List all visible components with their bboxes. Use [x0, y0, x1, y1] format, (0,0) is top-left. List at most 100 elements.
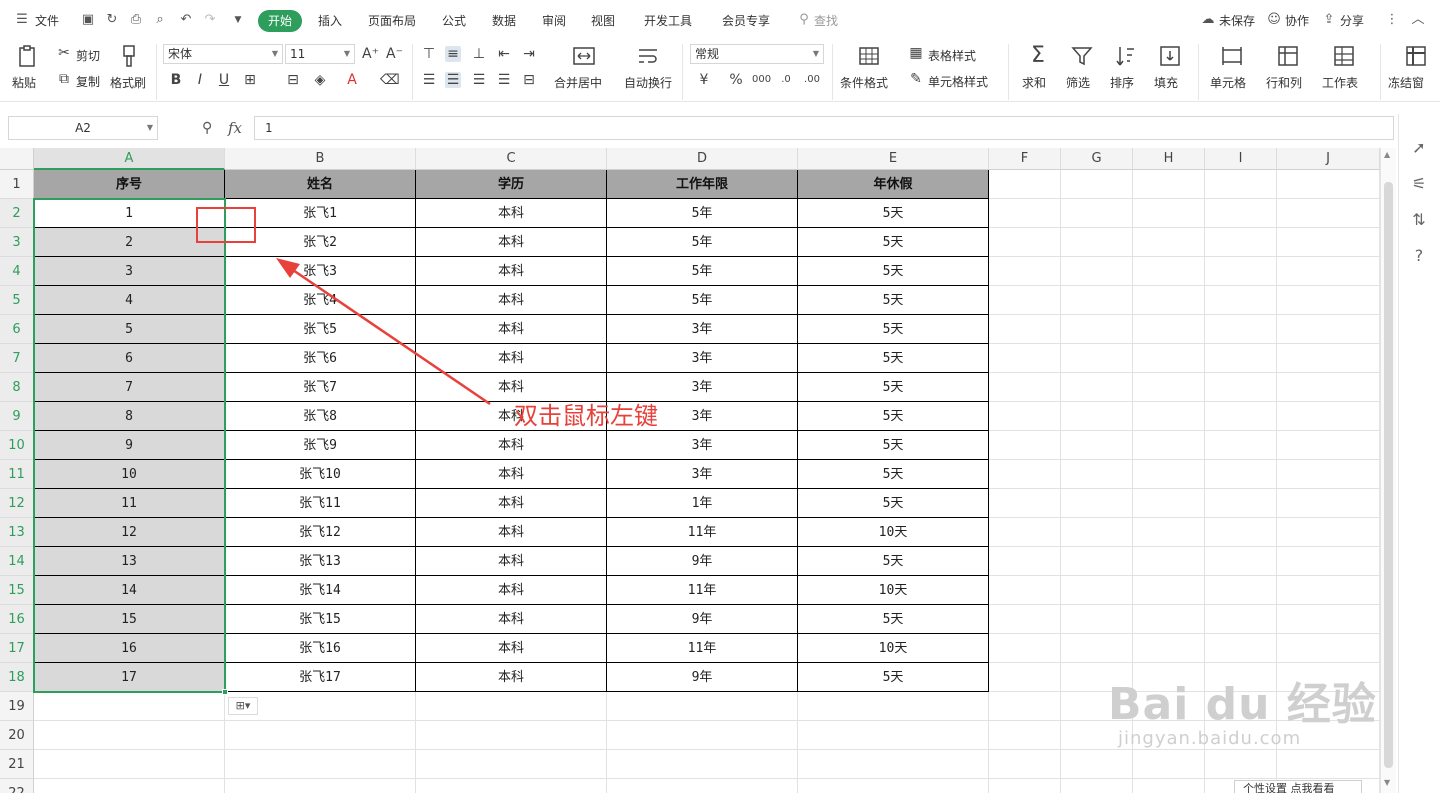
format-painter-button[interactable]: 格式刷 [110, 74, 146, 91]
share-button[interactable]: 分享 [1340, 12, 1364, 29]
table-cell[interactable]: 3年 [607, 315, 798, 344]
more-icon[interactable]: ⋮ [1384, 12, 1400, 28]
empty-cell[interactable] [1061, 576, 1133, 605]
italic-icon[interactable]: I [192, 72, 208, 88]
empty-cell[interactable] [1205, 315, 1277, 344]
empty-cell[interactable] [1205, 460, 1277, 489]
table-cell[interactable]: 张飞5 [225, 315, 416, 344]
unsaved-status[interactable]: 未保存 [1219, 12, 1255, 29]
table-cell[interactable]: 本科 [416, 344, 607, 373]
table-cell[interactable]: 11年 [607, 576, 798, 605]
table-cell[interactable]: 张飞7 [225, 373, 416, 402]
tab-formulas[interactable]: 公式 [442, 12, 466, 29]
row-header-17[interactable]: 17 [0, 634, 34, 663]
empty-cell[interactable] [989, 721, 1061, 750]
table-cell[interactable]: 张飞12 [225, 518, 416, 547]
table-cell[interactable]: 张飞8 [225, 402, 416, 431]
tab-member[interactable]: 会员专享 [722, 12, 770, 29]
empty-cell[interactable] [1133, 547, 1205, 576]
empty-cell[interactable] [1205, 228, 1277, 257]
empty-cell[interactable] [1061, 199, 1133, 228]
table-cell[interactable]: 本科 [416, 576, 607, 605]
worksheet-button[interactable]: 工作表 [1322, 74, 1358, 91]
empty-cell[interactable] [1133, 750, 1205, 779]
empty-cell[interactable] [607, 750, 798, 779]
empty-cell[interactable] [225, 721, 416, 750]
empty-cell[interactable] [1133, 373, 1205, 402]
empty-cell[interactable] [1133, 344, 1205, 373]
fx-icon[interactable]: fx [228, 119, 242, 137]
empty-cell[interactable] [1061, 315, 1133, 344]
decrease-indent-icon[interactable]: ⇤ [496, 46, 512, 62]
table-style-icon[interactable]: ▦ [908, 45, 924, 61]
merge-center-button[interactable]: 合并居中 [554, 74, 602, 91]
row-header-20[interactable]: 20 [0, 721, 34, 750]
cursor-icon[interactable]: ➚ [1409, 138, 1429, 158]
sort-icon[interactable] [1114, 44, 1138, 68]
table-cell[interactable]: 5天 [798, 315, 989, 344]
decrease-font-icon[interactable]: A⁻ [386, 46, 403, 62]
table-cell[interactable]: 本科 [416, 199, 607, 228]
cell-style-icon[interactable]: ✎ [908, 71, 924, 87]
tab-review[interactable]: 审阅 [542, 12, 566, 29]
empty-cell[interactable] [989, 750, 1061, 779]
scrollbar-thumb[interactable] [1384, 182, 1393, 768]
column-header-g[interactable]: G [1061, 148, 1133, 170]
transfer-icon[interactable]: ⇅ [1409, 210, 1429, 230]
row-header-19[interactable]: 19 [0, 692, 34, 721]
table-cell[interactable]: 张飞3 [225, 257, 416, 286]
table-cell[interactable]: 本科 [416, 634, 607, 663]
paste-options-icon[interactable]: ⊞▾ [228, 697, 258, 715]
table-cell[interactable]: 张飞9 [225, 431, 416, 460]
empty-cell[interactable] [1277, 402, 1380, 431]
table-cell[interactable]: 本科 [416, 286, 607, 315]
customize-dropdown-icon[interactable]: ▼ [230, 12, 246, 28]
row-header-11[interactable]: 11 [0, 460, 34, 489]
align-left-icon[interactable]: ☰ [421, 72, 437, 88]
filter-icon[interactable] [1070, 44, 1094, 68]
name-box[interactable]: A2 ▼ [8, 116, 158, 140]
conditional-format-button[interactable]: 条件格式 [840, 74, 888, 91]
empty-cell[interactable] [1133, 402, 1205, 431]
fill-button[interactable]: 填充 [1154, 74, 1178, 91]
print-preview-icon[interactable]: ⌕ [152, 12, 168, 28]
font-size-select[interactable]: 11 ▼ [285, 44, 355, 64]
collapse-ribbon-icon[interactable]: ︿ [1410, 12, 1426, 28]
table-cell[interactable]: 张飞17 [225, 663, 416, 692]
empty-cell[interactable] [1133, 634, 1205, 663]
empty-cell[interactable] [1061, 373, 1133, 402]
table-header-cell[interactable]: 工作年限 [607, 170, 798, 199]
empty-cell[interactable] [1205, 170, 1277, 199]
empty-cell[interactable] [1133, 170, 1205, 199]
empty-cell[interactable] [1061, 286, 1133, 315]
empty-cell[interactable] [1133, 199, 1205, 228]
file-menu[interactable]: 文件 [35, 12, 59, 29]
redo-icon[interactable]: ↷ [202, 12, 218, 28]
table-cell[interactable]: 5天 [798, 373, 989, 402]
table-cell[interactable]: 张飞6 [225, 344, 416, 373]
column-header-h[interactable]: H [1133, 148, 1205, 170]
empty-cell[interactable] [1205, 605, 1277, 634]
table-cell[interactable]: 张飞10 [225, 460, 416, 489]
format-painter-icon[interactable] [118, 44, 142, 68]
empty-cell[interactable] [1061, 489, 1133, 518]
table-cell[interactable]: 本科 [416, 489, 607, 518]
empty-cell[interactable] [1205, 199, 1277, 228]
empty-cell[interactable] [1133, 518, 1205, 547]
empty-cell[interactable] [1133, 489, 1205, 518]
column-header-c[interactable]: C [416, 148, 607, 170]
empty-cell[interactable] [1277, 315, 1380, 344]
search-input[interactable]: 查找 [814, 12, 838, 29]
row-header-21[interactable]: 21 [0, 750, 34, 779]
row-col-button[interactable]: 行和列 [1266, 74, 1302, 91]
zoom-icon[interactable]: ⚲ [202, 120, 212, 136]
empty-cell[interactable] [1133, 779, 1205, 793]
percent-icon[interactable]: % [728, 72, 744, 88]
row-header-15[interactable]: 15 [0, 576, 34, 605]
vertical-scrollbar[interactable]: ▲ ▼ [1380, 148, 1396, 793]
table-cell[interactable]: 4 [34, 286, 225, 315]
empty-cell[interactable] [1061, 460, 1133, 489]
table-cell[interactable]: 3年 [607, 460, 798, 489]
settings-sliders-icon[interactable]: ⚟ [1409, 174, 1429, 194]
empty-cell[interactable] [1205, 286, 1277, 315]
